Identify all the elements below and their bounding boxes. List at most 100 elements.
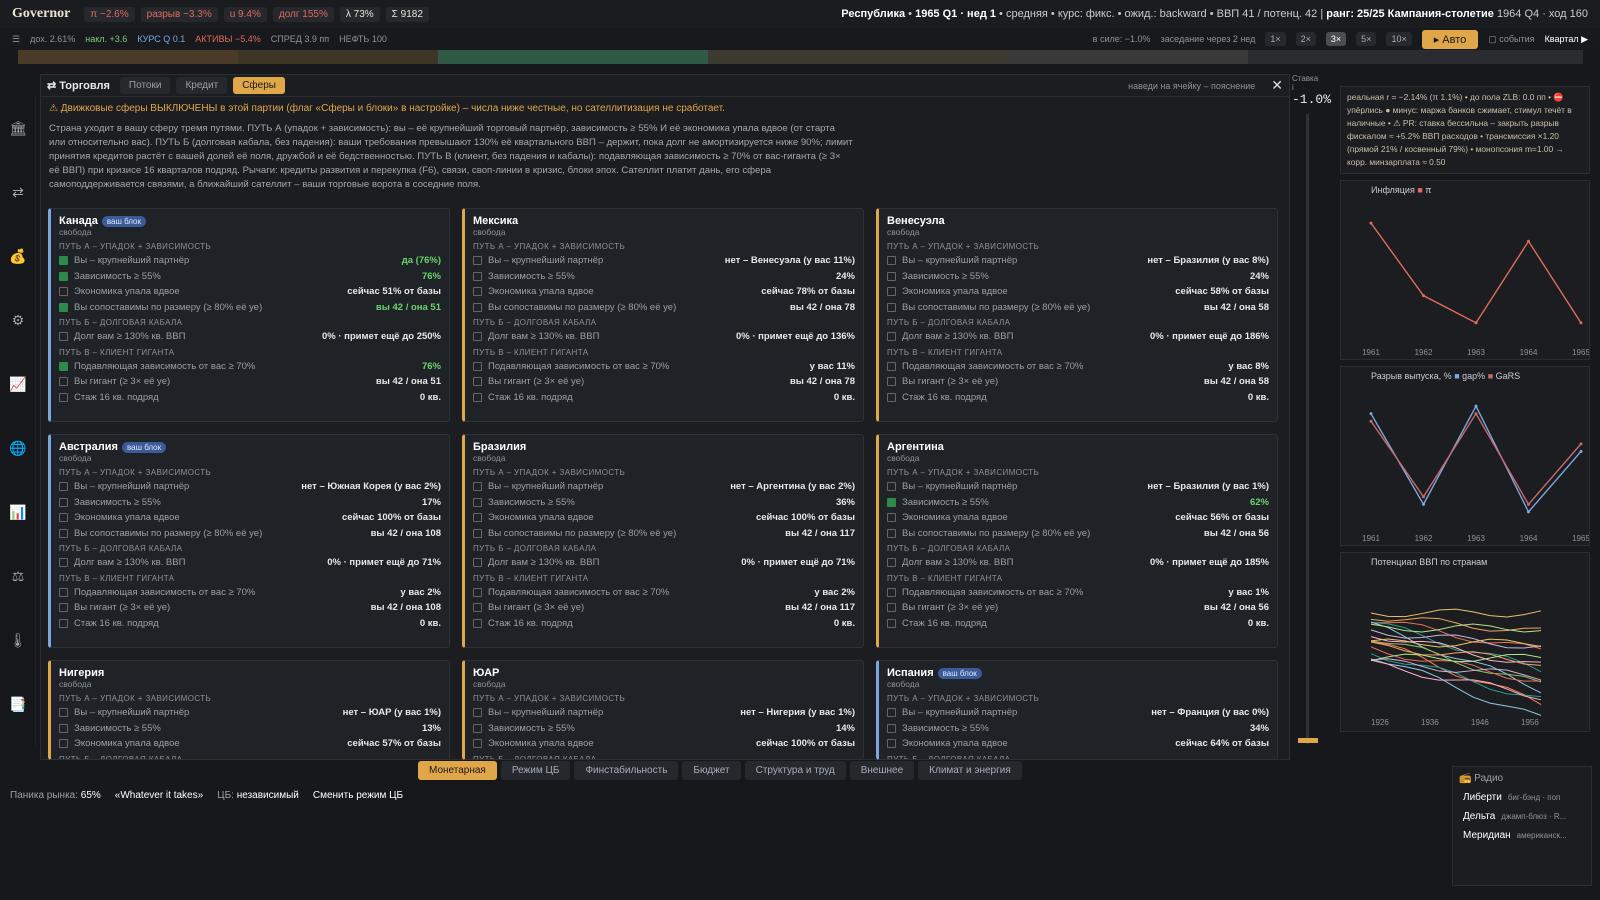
check-icon xyxy=(59,377,68,387)
left-sidebar: 🏛 ⇄ 💰 ⚙ 📈 🌐 📊 ⚖ 🌡 📑 xyxy=(0,96,36,746)
speed-1x[interactable]: 1× xyxy=(1265,32,1286,46)
auto-button[interactable]: ▸ Авто xyxy=(1421,29,1479,49)
tab-cb-regime[interactable]: Режим ЦБ xyxy=(500,761,571,780)
rate-note: реальная r = −2.14% (π 1.1%) • до пола Z… xyxy=(1340,86,1590,174)
events-toggle[interactable]: ▢ события xyxy=(1488,34,1534,45)
change-cb-button[interactable]: Сменить режим ЦБ xyxy=(313,790,403,801)
check-icon xyxy=(473,708,482,718)
path-heading: ПУТЬ А – УПАДОК + ЗАВИСИМОСТЬ xyxy=(887,468,1040,477)
data-point xyxy=(1474,404,1478,408)
country-card[interactable]: Аргентина свобода ПУТЬ А – УПАДОК + ЗАВИСИ… xyxy=(876,434,1278,648)
country-card[interactable]: Бразилия свобода ПУТЬ А – УПАДОК + ЗАВИСИМ… xyxy=(462,434,864,648)
country-card[interactable]: Канада ваш блок свобода ПУТЬ А – УПАДОК + З… xyxy=(48,208,450,422)
wit-button[interactable]: «Whatever it takes» xyxy=(115,790,203,801)
trade-icon[interactable]: ⇄ xyxy=(0,160,36,224)
country-card[interactable]: Мексика свобода ПУТЬ А – УПАДОК + ЗАВИСИМО… xyxy=(462,208,864,422)
tab-budget[interactable]: Бюджет xyxy=(682,761,741,780)
country-card[interactable]: Австралия ваш блок свобода ПУТЬ А – УПАДОК … xyxy=(48,434,450,648)
check-icon xyxy=(473,392,482,402)
criteria-row: Вы – крупнейший партнёр нет – Южная Корея… xyxy=(59,479,441,495)
speed-5x[interactable]: 5× xyxy=(1356,32,1377,46)
tab-finstab[interactable]: Финстабильность xyxy=(574,761,679,780)
close-icon[interactable]: ✕ xyxy=(1271,77,1283,94)
speed-10x[interactable]: 10× xyxy=(1386,32,1412,46)
tab-flows[interactable]: Потоки xyxy=(119,77,171,94)
radio-station[interactable]: Дельта джамп-блюз · R... xyxy=(1463,811,1585,822)
criteria-row: Подавляющая зависимость от вас ≥ 70% у ва… xyxy=(887,585,1269,601)
speed-3x[interactable]: 3× xyxy=(1325,32,1347,46)
labor-icon[interactable]: ⚙ xyxy=(0,288,36,352)
series-line xyxy=(1370,653,1542,663)
check-icon xyxy=(887,618,896,628)
rate-slider[interactable]: Ставка i -1.0% xyxy=(1292,74,1331,750)
tick-label: 1965 xyxy=(1572,348,1589,357)
inflation-pill[interactable]: π −2.6% xyxy=(84,6,135,22)
criteria-row: Зависимость ≥ 55% 24% xyxy=(473,269,855,285)
series-line xyxy=(1370,621,1542,694)
right-panel: реальная r = −2.14% (π 1.1%) • до пола Z… xyxy=(1340,86,1590,732)
check-icon xyxy=(887,558,896,568)
country-card[interactable]: ЮАР свобода ПУТЬ А – УПАДОК + ЗАВИСИМОСТЬ В… xyxy=(462,660,864,760)
tab-spheres[interactable]: Сферы xyxy=(233,77,285,94)
budget-icon[interactable]: 💰 xyxy=(0,224,36,288)
data-point xyxy=(1422,294,1425,298)
stats-icon[interactable]: 📈 xyxy=(0,352,36,416)
timeline[interactable] xyxy=(18,50,1583,64)
criteria-row: Вы – крупнейший партнёр нет – Франция (у … xyxy=(887,705,1269,721)
tick-label: 1946 xyxy=(1471,718,1489,727)
tab-structure[interactable]: Структура и труд xyxy=(744,761,846,780)
gap-chart: Разрыв выпуска, % ■ gap% ■ GaRS 1961 1962… xyxy=(1340,366,1590,546)
cb-mode: независимый xyxy=(236,790,299,801)
growth-icon[interactable]: 📊 xyxy=(0,480,36,544)
country-card[interactable]: Испания ваш блок свобода ПУТЬ А – УПАДОК + … xyxy=(876,660,1278,760)
quarter-button[interactable]: Квартал ▶ xyxy=(1545,34,1588,45)
radio-station[interactable]: Либерти биг-бэнд · поп xyxy=(1463,792,1585,803)
sigma-pill[interactable]: Σ 9182 xyxy=(385,6,429,22)
country-grid: Канада ваш блок свобода ПУТЬ А – УПАДОК + З… xyxy=(48,208,1283,760)
menu-icon[interactable]: ☰ xyxy=(12,34,20,45)
check-icon xyxy=(59,482,68,492)
criteria-row: Зависимость ≥ 55% 36% xyxy=(473,495,855,511)
radio-station[interactable]: Меридиан американск... xyxy=(1463,830,1585,841)
path-heading: ПУТЬ Б – ДОЛГОВАЯ КАБАЛА xyxy=(59,544,183,553)
tab-monetary[interactable]: Монетарная xyxy=(418,761,497,780)
criteria-row: Долг вам ≥ 130% кв. ВВП 0% · примет ещё д… xyxy=(887,329,1269,345)
gap-pill[interactable]: разрыв −3.3% xyxy=(140,6,218,22)
series-line xyxy=(1370,621,1542,650)
slider-knob[interactable] xyxy=(1298,738,1318,743)
path-heading: ПУТЬ Б – ДОЛГОВАЯ КАБАЛА xyxy=(59,754,183,760)
country-status: свобода xyxy=(59,227,92,237)
speed-2x[interactable]: 2× xyxy=(1295,32,1316,46)
tab-credit[interactable]: Кредит xyxy=(176,77,228,94)
criteria-row: Экономика упала вдвое сейчас 58% от базы xyxy=(887,284,1269,300)
country-card[interactable]: Нигерия свобода ПУТЬ А – УПАДОК + ЗАВИСИМО… xyxy=(48,660,450,760)
criteria-row: Зависимость ≥ 55% 62% xyxy=(887,495,1269,511)
scales-icon[interactable]: ⚖ xyxy=(0,544,36,608)
criteria-row: Экономика упала вдвое сейчас 51% от базы xyxy=(59,284,441,300)
country-status: свобода xyxy=(59,453,92,463)
tick-label: 1961 xyxy=(1362,348,1380,357)
check-icon xyxy=(887,603,896,613)
check-icon xyxy=(59,739,68,749)
thermo-icon[interactable]: 🌡 xyxy=(0,608,36,672)
criteria-row: Подавляющая зависимость от вас ≥ 70% у ва… xyxy=(887,359,1269,375)
data-point xyxy=(1474,412,1478,416)
bank-icon[interactable]: 🏛 xyxy=(0,96,36,160)
tab-climate[interactable]: Климат и энергия xyxy=(918,761,1022,780)
debt-pill[interactable]: долг 155% xyxy=(272,6,334,22)
criteria-row: Экономика упала вдвое сейчас 100% от базы xyxy=(473,510,855,526)
path-heading: ПУТЬ Б – ДОЛГОВАЯ КАБАЛА xyxy=(59,318,183,327)
globe-icon[interactable]: 🌐 xyxy=(0,416,36,480)
check-icon xyxy=(59,603,68,613)
lambda-pill[interactable]: λ 73% xyxy=(339,6,380,22)
unemployment-pill[interactable]: u 9.4% xyxy=(223,6,267,22)
ledger-icon[interactable]: 📑 xyxy=(0,672,36,736)
slider-track[interactable] xyxy=(1306,114,1309,744)
check-icon xyxy=(473,377,482,387)
country-card[interactable]: Венесуэла свобода ПУТЬ А – УПАДОК + ЗАВИСИ… xyxy=(876,208,1278,422)
trade-panel: ⇄ Торговля Потоки Кредит Сферы наведи на… xyxy=(40,74,1290,760)
tab-external[interactable]: Внешнее xyxy=(849,761,915,780)
country-status: свобода xyxy=(887,227,920,237)
tick-label: 1963 xyxy=(1467,534,1485,543)
criteria-row: Стаж 16 кв. подряд 0 кв. xyxy=(59,390,441,406)
